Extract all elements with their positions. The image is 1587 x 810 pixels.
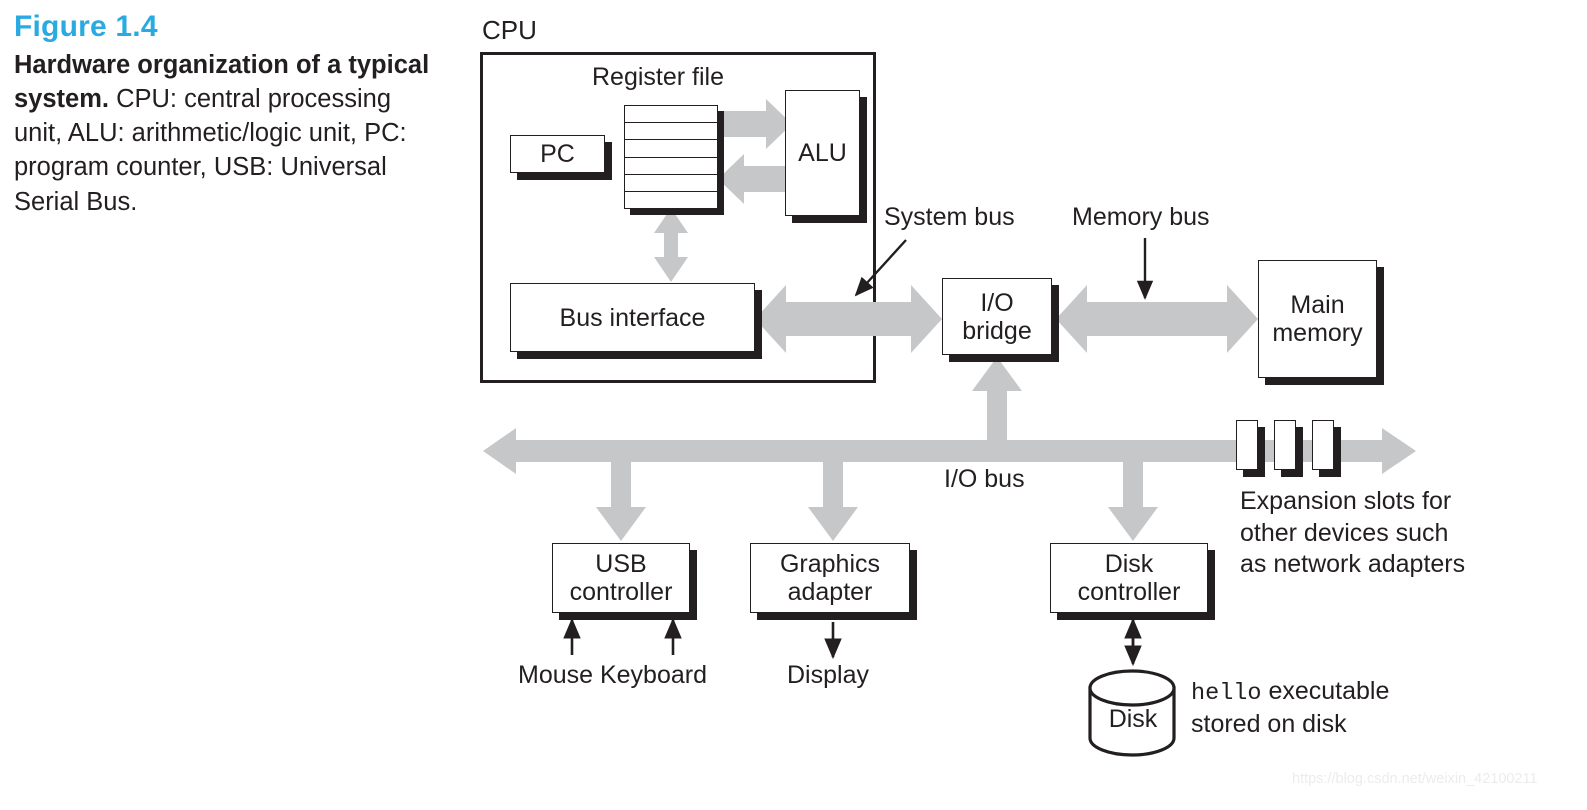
annotation-arrows-layer xyxy=(563,238,1176,757)
watermark: https://blog.csdn.net/weixin_42100211 xyxy=(1292,771,1538,787)
system-bus-leader xyxy=(854,239,907,297)
disk-label: Disk xyxy=(1108,705,1158,733)
figure-canvas: Figure 1.4 Hardware organization of a ty… xyxy=(0,0,1587,810)
